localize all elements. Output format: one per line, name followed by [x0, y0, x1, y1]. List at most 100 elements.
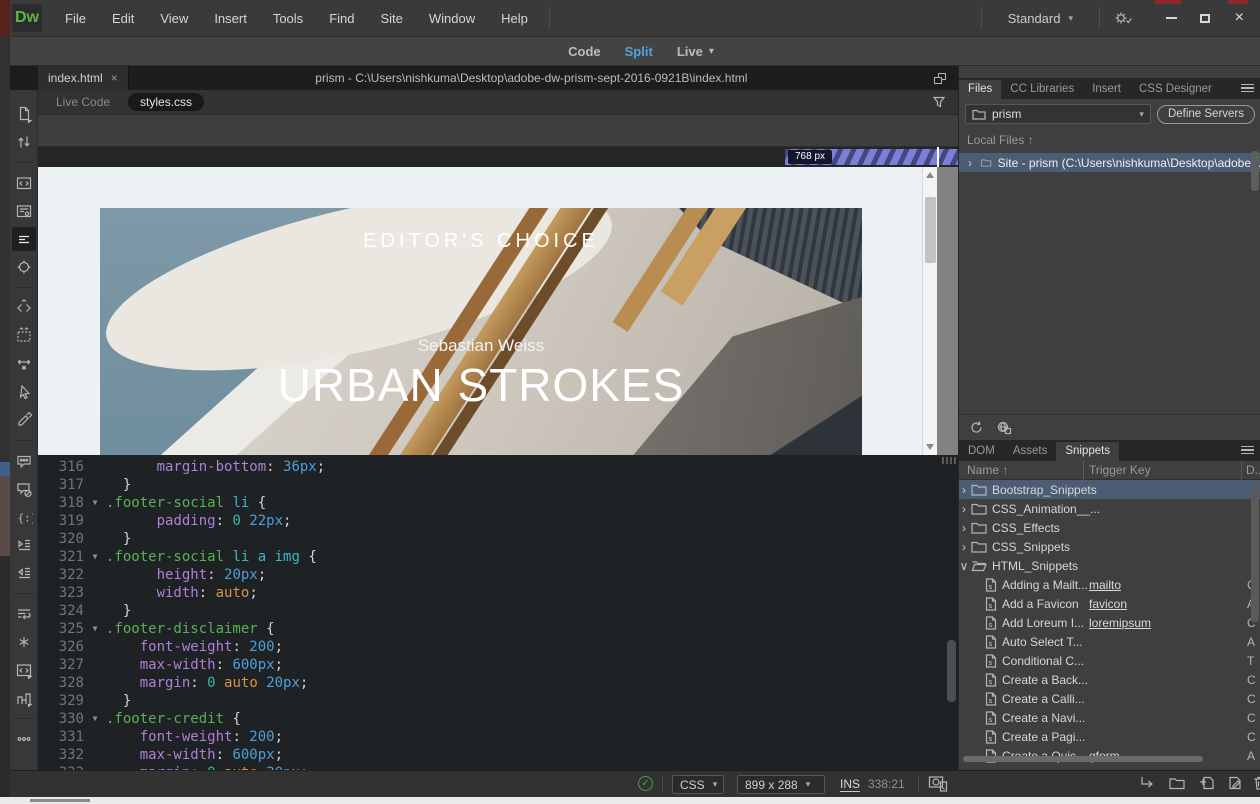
tab-dom[interactable]: DOM — [959, 442, 1004, 461]
menu-edit[interactable]: Edit — [99, 0, 147, 37]
snippet-item-row[interactable]: sAuto Select T...A — [959, 632, 1260, 651]
inspect-mode-icon[interactable] — [12, 255, 36, 279]
remove-comment-icon[interactable] — [12, 477, 36, 501]
view-mode-live[interactable]: Live — [665, 44, 715, 59]
code-line-322[interactable]: 322 height: 20px; — [38, 566, 958, 584]
snippet-item-row[interactable]: sConditional C...T — [959, 651, 1260, 670]
media-query-bar[interactable]: 768 px — [785, 149, 958, 165]
snippet-item-row[interactable]: sAdding a Mailt...mailtoC — [959, 575, 1260, 594]
filter-funnel-icon[interactable] — [932, 95, 946, 109]
tab-snippets[interactable]: Snippets — [1056, 442, 1119, 461]
tab-cc-libraries[interactable]: CC Libraries — [1001, 80, 1083, 99]
code-line-316[interactable]: 316 margin-bottom: 36px; — [38, 458, 958, 476]
edit-tag-icon[interactable] — [12, 408, 36, 432]
outdent-code-icon[interactable] — [12, 561, 36, 585]
restore-document-icon[interactable] — [934, 73, 946, 84]
live-view-scrollbar[interactable] — [922, 167, 937, 455]
grid-objects-icon[interactable] — [12, 686, 36, 710]
sort-ascending-icon[interactable]: ↑ — [1028, 133, 1034, 147]
scroll-down-icon[interactable] — [926, 444, 934, 450]
code-line-318[interactable]: 318▼.footer-social li { — [38, 494, 958, 512]
snippet-folder-row[interactable]: ›CSS_Effects — [959, 518, 1260, 537]
menu-help[interactable]: Help — [488, 0, 541, 37]
code-scrollbar-grip[interactable] — [942, 457, 956, 464]
doc-type-dropdown[interactable]: CSS ▾ — [672, 775, 724, 794]
preview-devices-icon[interactable] — [928, 775, 950, 793]
snippet-trigger-key[interactable]: loremipsum — [1089, 616, 1151, 630]
snippet-item-row[interactable]: sCreate a Pagi...C — [959, 727, 1260, 746]
column-trigger-key[interactable]: Trigger Key — [1089, 463, 1151, 477]
menu-insert[interactable]: Insert — [201, 0, 260, 37]
viewport-edge-marker[interactable] — [937, 147, 939, 167]
hidden-elements-icon[interactable] — [12, 324, 36, 348]
site-root-row[interactable]: › Site - prism (C:\Users\nishkuma\Deskto… — [959, 153, 1260, 172]
close-tab-icon[interactable]: × — [111, 71, 118, 85]
indent-code-icon[interactable] — [12, 533, 36, 557]
tab-files[interactable]: Files — [959, 80, 1001, 99]
menu-find[interactable]: Find — [316, 0, 367, 37]
new-snippet-icon[interactable] — [1198, 775, 1216, 791]
snippet-item-row[interactable]: sAdd Loreum I...loremipsumC — [959, 613, 1260, 632]
format-braces-icon[interactable]: {:} — [12, 505, 36, 529]
snippet-trigger-key[interactable]: mailto — [1089, 578, 1121, 592]
minimize-button[interactable] — [1156, 7, 1186, 29]
edit-snippet-icon[interactable] — [1226, 775, 1244, 791]
code-scrollbar-thumb[interactable] — [947, 640, 956, 702]
scroll-up-icon[interactable] — [926, 172, 934, 178]
remote-server-icon[interactable] — [996, 420, 1012, 435]
live-view[interactable]: EDITOR'S CHOICE Sebastian Weiss URBAN ST… — [38, 167, 958, 455]
sync-settings-button[interactable] — [1112, 9, 1134, 27]
chevron-right-icon[interactable]: › — [959, 540, 969, 554]
menu-file[interactable]: File — [52, 0, 99, 37]
snippet-folder-row[interactable]: ›Bootstrap_Snippets — [959, 480, 1260, 499]
site-select[interactable]: prism ▾ — [965, 104, 1151, 124]
wrap-lines-icon[interactable] — [12, 602, 36, 626]
live-view-dropdown-icon[interactable]: ▾ — [709, 46, 714, 57]
code-line-331[interactable]: 331 font-weight: 200; — [38, 728, 958, 746]
files-scrollbar-thumb[interactable] — [1251, 151, 1259, 191]
chevron-down-icon[interactable]: ∨ — [959, 559, 969, 573]
file-sync-icon[interactable] — [12, 130, 36, 154]
menu-window[interactable]: Window — [416, 0, 488, 37]
code-line-317[interactable]: 317 } — [38, 476, 958, 494]
column-divider[interactable] — [1083, 461, 1084, 480]
code-line-320[interactable]: 320 } — [38, 530, 958, 548]
snippet-folder-row[interactable]: ∨HTML_Snippets — [959, 556, 1260, 575]
code-line-330[interactable]: 330▼.footer-credit { — [38, 710, 958, 728]
maximize-button[interactable] — [1190, 7, 1220, 29]
snippet-item-row[interactable]: sAdd a FaviconfaviconA — [959, 594, 1260, 613]
insert-mode-indicator[interactable]: INS — [840, 777, 860, 792]
open-documents-icon[interactable] — [12, 102, 36, 126]
chevron-right-icon[interactable]: › — [959, 483, 969, 497]
close-button[interactable]: × — [1224, 7, 1254, 29]
hero-image[interactable]: EDITOR'S CHOICE Sebastian Weiss URBAN ST… — [100, 208, 862, 455]
code-line-324[interactable]: 324 } — [38, 602, 958, 620]
column-description[interactable]: D.. — [1246, 463, 1260, 477]
code-editor[interactable]: 316 margin-bottom: 36px;317 }318▼.footer… — [38, 455, 958, 770]
select-tool-icon[interactable] — [12, 380, 36, 404]
expand-all-icon[interactable] — [12, 296, 36, 320]
snippet-folder-row[interactable]: ›CSS_Snippets — [959, 537, 1260, 556]
chevron-right-icon[interactable]: › — [959, 502, 969, 516]
tab-assets[interactable]: Assets — [1004, 442, 1057, 461]
code-line-325[interactable]: 325▼.footer-disclaimer { — [38, 620, 958, 638]
fold-arrow-icon[interactable]: ▼ — [84, 620, 106, 638]
code-snippet-icon[interactable] — [12, 658, 36, 682]
column-divider[interactable] — [1241, 461, 1242, 480]
workspace-switcher[interactable]: Standard ▾ — [994, 11, 1087, 26]
more-options-icon[interactable] — [12, 727, 36, 751]
menu-view[interactable]: View — [147, 0, 201, 37]
related-file-styles-css[interactable]: styles.css — [128, 93, 204, 111]
snippets-hscrollbar-thumb[interactable] — [963, 756, 1203, 762]
code-line-321[interactable]: 321▼.footer-social li a img { — [38, 548, 958, 566]
live-view-options-icon[interactable] — [12, 199, 36, 223]
fold-arrow-icon[interactable]: ▼ — [84, 548, 106, 566]
panel-menu-icon[interactable] — [1241, 446, 1254, 457]
code-line-332[interactable]: 332 max-width: 600px; — [38, 746, 958, 764]
menu-site[interactable]: Site — [367, 0, 415, 37]
code-line-327[interactable]: 327 max-width: 600px; — [38, 656, 958, 674]
sort-ascending-icon[interactable]: ↑ — [1002, 463, 1008, 477]
apply-comment-icon[interactable] — [12, 449, 36, 473]
highlight-invalid-icon[interactable] — [12, 630, 36, 654]
fold-arrow-icon[interactable]: ▼ — [84, 710, 106, 728]
